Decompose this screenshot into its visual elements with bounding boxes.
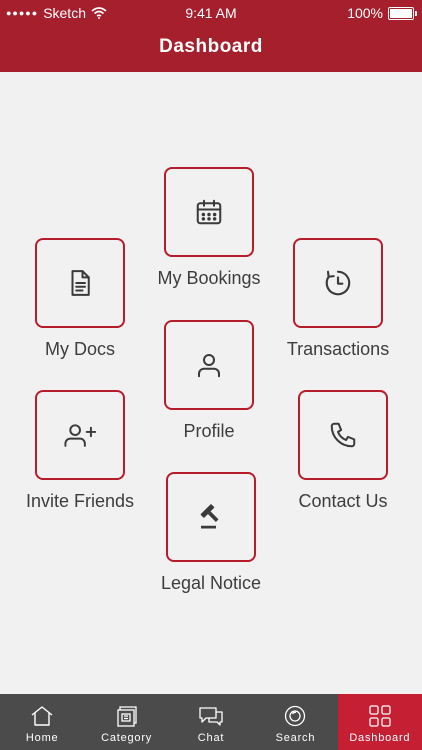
phone-icon: [330, 422, 356, 448]
battery-percent: 100%: [347, 5, 383, 21]
page-title: Dashboard: [159, 36, 263, 57]
user-icon: [198, 354, 220, 378]
tile-profile[interactable]: Profile: [149, 320, 269, 442]
document-icon: [71, 270, 90, 296]
tile-legal-notice-label: Legal Notice: [160, 573, 262, 593]
tile-legal-notice[interactable]: Legal Notice: [151, 472, 271, 594]
tile-contact-us[interactable]: Contact Us: [283, 390, 403, 512]
tile-contact-us-box[interactable]: [298, 390, 388, 480]
tab-category[interactable]: Category: [84, 694, 168, 750]
tab-home-label: Home: [25, 732, 59, 744]
tile-invite-friends-label: Invite Friends: [25, 491, 135, 511]
app-header: ●●●●● Sketch 9:41 AM 100% Dashboard: [0, 0, 422, 72]
tab-category-label: Category: [101, 732, 153, 744]
tile-my-bookings-box[interactable]: [164, 167, 254, 257]
battery-icon: [388, 6, 417, 20]
tile-transactions-box[interactable]: [293, 238, 383, 328]
tile-my-bookings-label: My Bookings: [157, 268, 261, 288]
tile-contact-us-label: Contact Us: [298, 491, 388, 511]
gavel-icon: [200, 504, 219, 529]
tab-dashboard[interactable]: Dashboard: [337, 694, 422, 750]
tile-invite-friends[interactable]: Invite Friends: [20, 390, 140, 512]
chat-icon: [199, 707, 223, 726]
tile-my-docs[interactable]: My Docs: [20, 238, 140, 360]
tile-invite-friends-box[interactable]: [35, 390, 125, 480]
tab-chat-label: Chat: [197, 732, 225, 744]
tile-profile-label: Profile: [183, 421, 235, 441]
tile-my-docs-box[interactable]: [35, 238, 125, 328]
add-user-icon: [64, 424, 97, 447]
history-clock-icon: [325, 270, 351, 296]
tile-my-bookings[interactable]: My Bookings: [149, 167, 269, 289]
tab-home[interactable]: Home: [0, 694, 84, 750]
tile-legal-notice-box[interactable]: [166, 472, 256, 562]
home-icon: [31, 706, 53, 726]
tab-dashboard-label: Dashboard: [349, 732, 411, 744]
category-icon: [116, 706, 137, 727]
tile-profile-box[interactable]: [164, 320, 254, 410]
tab-chat[interactable]: Chat: [169, 694, 253, 750]
grid-icon: [369, 705, 391, 727]
tile-my-docs-label: My Docs: [44, 339, 115, 359]
bottom-tab-bar: Home Category Chat Search Dashboard: [0, 694, 422, 750]
tile-transactions-label: Transactions: [286, 339, 390, 359]
calendar-icon: [196, 199, 222, 225]
status-bar: ●●●●● Sketch 9:41 AM 100%: [0, 0, 422, 26]
search-icon: [285, 705, 306, 727]
tile-transactions[interactable]: Transactions: [278, 238, 398, 360]
tab-search[interactable]: Search: [253, 694, 337, 750]
tab-search-label: Search: [275, 732, 316, 744]
